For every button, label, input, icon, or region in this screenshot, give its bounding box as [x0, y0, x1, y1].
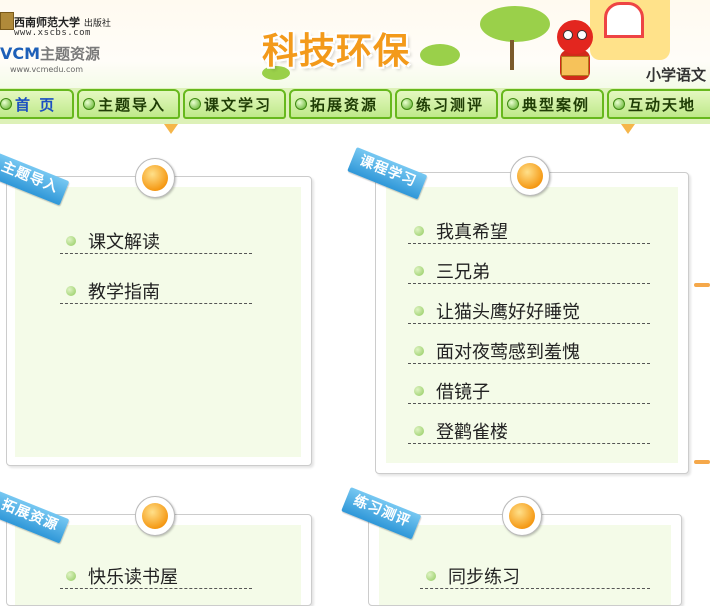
tree-trunk: [510, 40, 514, 70]
nav-bullet-icon: [613, 98, 625, 110]
list-item-lesson-6[interactable]: 登鹳雀楼: [408, 419, 650, 444]
nav-label: 首 页: [15, 95, 57, 114]
list-item-sync-practice[interactable]: 同步练习: [420, 564, 650, 589]
list-item-lesson-3[interactable]: 让猫头鹰好好睡觉: [408, 299, 650, 324]
list-item-lesson-4[interactable]: 面对夜莺感到羞愧: [408, 339, 650, 364]
list-item-lesson-5[interactable]: 借镜子: [408, 379, 650, 404]
mascot-eye: [563, 30, 573, 40]
nav-label: 拓展资源: [310, 95, 379, 114]
bullet-icon: [414, 346, 424, 356]
bullet-icon: [414, 266, 424, 276]
nav-label: 互动天地: [628, 95, 697, 114]
list-item-label: 同步练习: [448, 567, 520, 588]
pin-icon: [510, 156, 550, 196]
side-arrow-icon: [694, 283, 710, 287]
pin-icon: [135, 496, 175, 536]
site-title: 科技环保: [262, 31, 411, 72]
mascot-icon: [557, 20, 593, 54]
bullet-icon: [426, 571, 436, 581]
nav-item-home[interactable]: 首 页: [0, 89, 74, 119]
nav-item-typical-cases[interactable]: 典型案例: [501, 89, 604, 119]
nav-label: 练习测评: [416, 95, 485, 114]
publisher-logo-icon: [0, 12, 14, 30]
nav-pointer-icon: [621, 124, 635, 134]
page-header: 西南师范大学 出版社 www.xscbs.com VCM主题资源 www.vcm…: [0, 0, 710, 88]
list-item-text-reading[interactable]: 课文解读: [60, 229, 252, 254]
list-item-label: 课文解读: [88, 232, 160, 253]
grade-label: 小学语文: [646, 66, 707, 84]
nav-bullet-icon: [401, 98, 413, 110]
pin-icon: [502, 496, 542, 536]
nav-label: 课文学习: [204, 95, 273, 114]
nav-bullet-icon: [189, 98, 201, 110]
nav-label: 典型案例: [522, 95, 591, 114]
bullet-icon: [414, 426, 424, 436]
brand-url[interactable]: www.vcmedu.com: [10, 65, 83, 74]
list-item-label: 教学指南: [88, 282, 160, 303]
pin-icon: [135, 158, 175, 198]
window-decoration: [604, 2, 644, 38]
tree-decoration: [480, 6, 550, 42]
list-item-lesson-1[interactable]: 我真希望: [408, 219, 650, 244]
list-item-label: 登鹳雀楼: [436, 422, 508, 443]
nav-bullet-icon: [507, 98, 519, 110]
nav-item-theme-intro[interactable]: 主题导入: [77, 89, 180, 119]
bullet-icon: [414, 226, 424, 236]
list-item-lesson-2[interactable]: 三兄弟: [408, 259, 650, 284]
list-item-label: 快乐读书屋: [88, 567, 178, 588]
main-nav: 首 页 主题导入 课文学习 拓展资源 练习测评 典型案例 互动天地: [0, 88, 710, 124]
side-arrow-icon: [694, 460, 710, 464]
list-item-reading-house[interactable]: 快乐读书屋: [60, 564, 252, 589]
nav-item-lesson-study[interactable]: 课文学习: [183, 89, 286, 119]
list-item-label: 借镜子: [436, 382, 490, 403]
list-item-label: 我真希望: [436, 222, 508, 243]
nav-label: 主题导入: [98, 95, 167, 114]
tree-decoration: [420, 44, 460, 66]
bullet-icon: [66, 236, 76, 246]
brand-name: 主题资源: [40, 45, 101, 63]
bullet-icon: [414, 386, 424, 396]
panel-theme-intro: [6, 176, 312, 466]
brand-prefix: VCM: [0, 44, 41, 63]
bullet-icon: [66, 571, 76, 581]
list-item-label: 面对夜莺感到羞愧: [436, 342, 580, 363]
nav-item-practice-test[interactable]: 练习测评: [395, 89, 498, 119]
nav-item-extended-resources[interactable]: 拓展资源: [289, 89, 392, 119]
nav-bullet-icon: [295, 98, 307, 110]
bullet-icon: [66, 286, 76, 296]
bullet-icon: [414, 306, 424, 316]
nav-pointer-icon: [164, 124, 178, 134]
publisher-url[interactable]: www.xscbs.com: [14, 28, 91, 38]
nav-item-interactive[interactable]: 互动天地: [607, 89, 710, 119]
list-item-teaching-guide[interactable]: 教学指南: [60, 279, 252, 304]
list-item-label: 让猫头鹰好好睡觉: [436, 302, 580, 323]
brand-logo[interactable]: VCM主题资源: [0, 43, 100, 64]
nav-bullet-icon: [83, 98, 95, 110]
book-icon: [561, 56, 589, 76]
nav-bullet-icon: [0, 98, 12, 110]
mascot-eye: [577, 30, 587, 40]
list-item-label: 三兄弟: [436, 262, 490, 283]
